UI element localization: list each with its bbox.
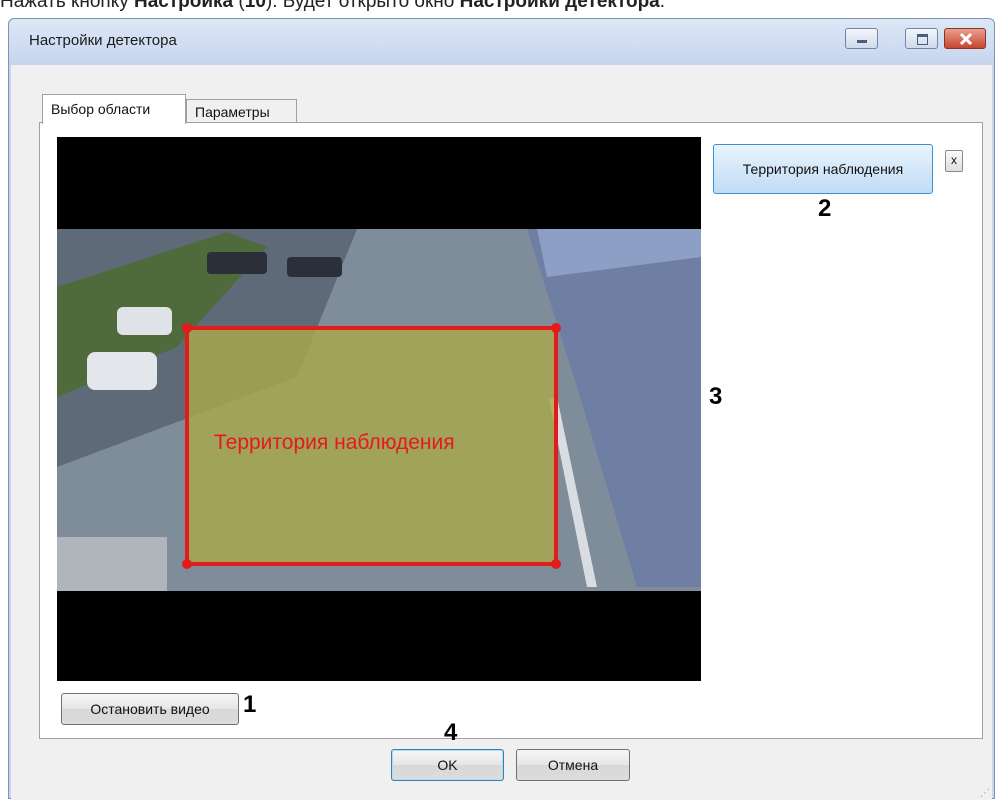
- zone-handle[interactable]: [182, 323, 192, 333]
- callout-3: 3: [709, 383, 723, 410]
- callout-4: 4: [444, 719, 458, 746]
- title-bar[interactable]: Настройки детектора: [9, 19, 994, 65]
- ok-button[interactable]: OK: [391, 749, 504, 781]
- zone-handle[interactable]: [182, 559, 192, 569]
- stop-video-button[interactable]: Остановить видео: [61, 693, 239, 725]
- resize-grip-icon[interactable]: ⋰: [980, 788, 990, 799]
- maximize-icon[interactable]: [905, 28, 938, 49]
- cancel-button[interactable]: Отмена: [516, 749, 630, 781]
- window-client-area: Выбор области Параметры Территория наблю…: [11, 65, 992, 800]
- zone-label: Территория наблюдения: [214, 431, 455, 454]
- zone-handle[interactable]: [551, 559, 561, 569]
- close-icon[interactable]: [944, 28, 986, 49]
- tab-area-selection[interactable]: Выбор области: [42, 94, 186, 124]
- callout-1: 1: [243, 691, 257, 718]
- zone-item-button[interactable]: Территория наблюдения: [713, 144, 933, 194]
- zone-handle[interactable]: [551, 323, 561, 333]
- zone-outline: [182, 323, 561, 569]
- instruction-text: Нажать кнопку Настройка (10). Будет откр…: [0, 0, 666, 12]
- minimize-icon[interactable]: [845, 28, 878, 49]
- detector-settings-window: Настройки детектора Выбор области Параме…: [8, 18, 995, 800]
- delete-zone-button[interactable]: x: [945, 150, 963, 172]
- window-title: Настройки детектора: [29, 32, 177, 49]
- video-preview[interactable]: Территория наблюдения: [57, 137, 701, 681]
- callout-2: 2: [818, 195, 832, 222]
